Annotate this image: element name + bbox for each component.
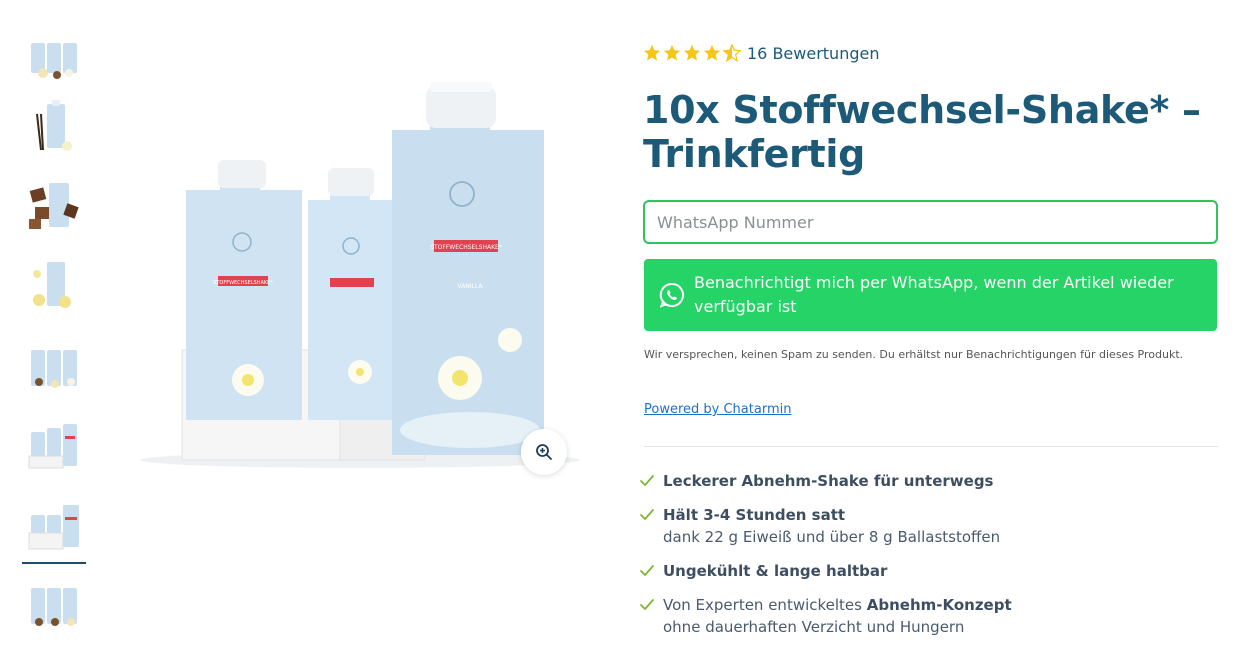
thumbnail-1[interactable] [22, 30, 86, 94]
product-illustration: STOFFWECHSELSHAKE* STOFFWECHSELSHAKE* VA… [140, 82, 580, 468]
feature-text: ohne dauerhaften Verzicht und Hungern [663, 618, 965, 636]
feature-bold: Abnehm-Konzept [866, 596, 1012, 614]
thumbnail-image [28, 424, 77, 469]
spam-note: Wir versprechen, keinen Spam zu senden. … [644, 348, 1184, 361]
feature-list: Leckerer Abnehm-Shake für unterwegs Hält… [639, 470, 1219, 646]
feature-item: Hält 3-4 Stunden satt dank 22 g Eiweiß un… [639, 504, 1219, 548]
big-carton-label: STOFFWECHSELSHAKE* [430, 244, 502, 251]
divider [644, 446, 1218, 447]
flavor-label: VANILLA [457, 283, 483, 290]
thumbnail-image [31, 350, 77, 388]
thumbnail-4[interactable] [22, 253, 86, 317]
feature-prefix: Von Experten entwickeltes [663, 596, 867, 614]
thumbnail-image [29, 183, 79, 229]
zoom-button[interactable] [521, 429, 567, 475]
check-icon [640, 565, 654, 576]
whatsapp-number-input[interactable] [643, 200, 1218, 244]
thumbnail-image [31, 43, 77, 79]
feature-item: Von Experten entwickeltes Abnehm-Konzept… [639, 594, 1219, 638]
whatsapp-button-label: Benachrichtigt mich per WhatsApp, wenn d… [694, 273, 1174, 316]
rating-stars [643, 44, 741, 62]
star-icon [663, 44, 681, 61]
thumbnail-7[interactable] [22, 494, 86, 564]
thumbnail-image [33, 262, 71, 308]
feature-item: Ungekühlt & lange haltbar [639, 560, 1219, 582]
main-product-image: STOFFWECHSELSHAKE* STOFFWECHSELSHAKE* VA… [130, 60, 600, 490]
whatsapp-icon [659, 282, 684, 308]
powered-by-link[interactable]: Powered by Chatarmin [644, 402, 791, 417]
zoom-in-icon [536, 444, 552, 460]
star-icon [643, 44, 661, 61]
thumbnail-image [36, 100, 72, 151]
carton-label: STOFFWECHSELSHAKE* [213, 280, 273, 286]
thumbnail-image [31, 588, 77, 626]
feature-item: Leckerer Abnehm-Shake für unterwegs [639, 470, 1219, 492]
star-half-icon [723, 44, 741, 62]
star-icon [683, 44, 701, 61]
check-icon [640, 599, 654, 610]
feature-bold: Leckerer Abnehm-Shake für unterwegs [663, 472, 994, 490]
rating[interactable]: 16 Bewertungen [643, 40, 1218, 66]
thumbnail-6[interactable] [22, 413, 86, 477]
check-icon [640, 509, 654, 520]
product-info: 16 Bewertungen 10x Stoffwechsel-Shake* –… [640, 40, 1218, 636]
whatsapp-notify-button[interactable]: Benachrichtigt mich per WhatsApp, wenn d… [644, 259, 1217, 331]
feature-text: dank 22 g Eiweiß und über 8 g Ballaststo… [663, 528, 1001, 546]
star-icon [703, 44, 721, 61]
review-count[interactable]: 16 Bewertungen [747, 44, 879, 63]
check-icon [640, 475, 654, 486]
product-title: 10x Stoffwechsel-Shake* – Trinkfertig [643, 88, 1201, 176]
thumbnail-8[interactable] [22, 573, 86, 637]
thumbnail-image [28, 505, 79, 550]
thumbnail-5[interactable] [22, 335, 86, 399]
thumbnail-3[interactable] [22, 172, 86, 236]
feature-bold: Hält 3-4 Stunden satt [663, 506, 846, 524]
thumbnail-2[interactable] [22, 95, 86, 159]
feature-bold: Ungekühlt & lange haltbar [663, 562, 888, 580]
